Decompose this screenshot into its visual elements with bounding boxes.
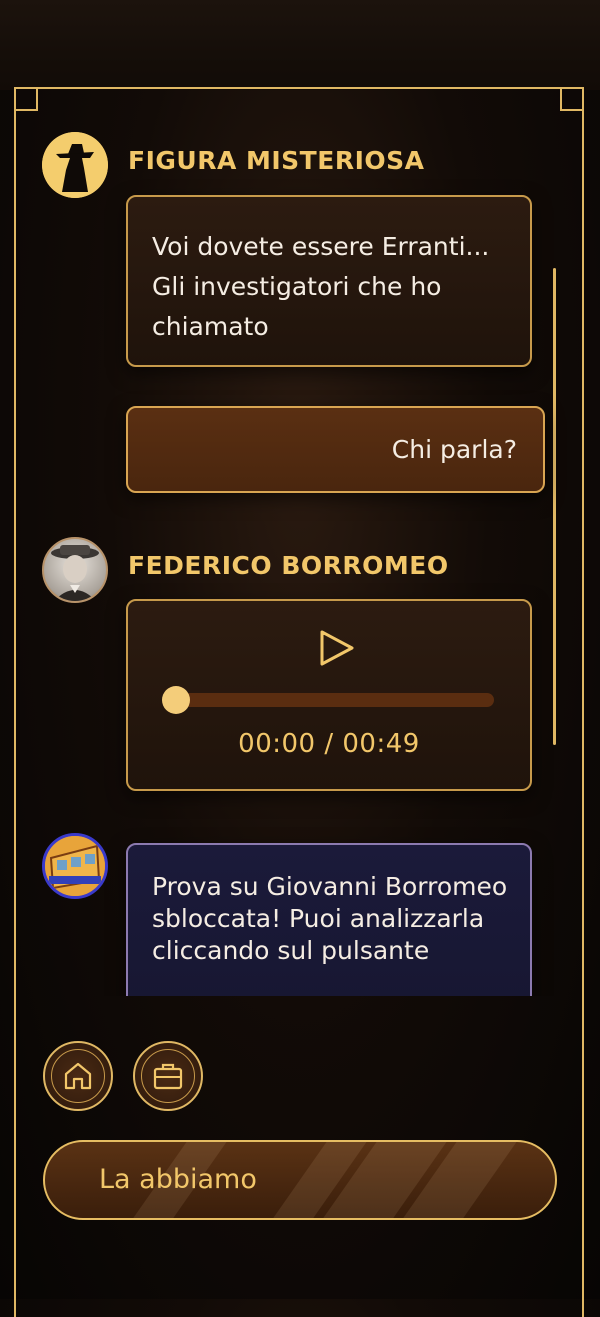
system-message-bubble: Prova su Giovanni Borromeo sbloccata! Pu… bbox=[126, 843, 532, 996]
chat-area[interactable]: FIGURA MISTERIOSA Voi dovete essere Erra… bbox=[16, 110, 582, 996]
audio-time: 00:00 / 00:49 bbox=[238, 729, 420, 759]
sender-name: FEDERICO BORROMEO bbox=[128, 551, 449, 580]
briefcase-icon bbox=[153, 1063, 183, 1090]
mysterious-figure-silhouette-icon bbox=[42, 132, 108, 198]
background-header bbox=[0, 0, 600, 90]
home-icon bbox=[64, 1062, 92, 1090]
reply-button[interactable]: La abbiamo bbox=[43, 1140, 557, 1220]
reply-button-label: La abbiamo bbox=[99, 1164, 257, 1195]
portrait-icon bbox=[51, 545, 99, 601]
avatar-federico-borromeo bbox=[42, 537, 108, 603]
briefcase-button[interactable] bbox=[133, 1041, 203, 1111]
home-button[interactable] bbox=[43, 1041, 113, 1111]
frame-corner-ornament bbox=[14, 87, 38, 111]
audio-progress-knob[interactable] bbox=[162, 686, 190, 714]
message-text: Voi dovete essere Erranti... Gli investi… bbox=[152, 232, 490, 341]
play-icon[interactable] bbox=[318, 629, 356, 667]
audio-progress-track[interactable] bbox=[168, 693, 494, 707]
player-message-bubble: Chi parla? bbox=[126, 406, 545, 493]
avatar-figura-misteriosa bbox=[42, 132, 108, 198]
avatar-system bbox=[42, 833, 108, 899]
player-message-text: Chi parla? bbox=[391, 435, 517, 464]
sender-name: FIGURA MISTERIOSA bbox=[128, 146, 425, 175]
tram-icon bbox=[45, 836, 105, 896]
system-message-text: Prova su Giovanni Borromeo sbloccata! Pu… bbox=[152, 872, 508, 965]
message-bubble: Voi dovete essere Erranti... Gli investi… bbox=[126, 195, 532, 367]
frame-corner-ornament bbox=[560, 87, 584, 111]
audio-message-bubble: 00:00 / 00:49 bbox=[126, 599, 532, 791]
